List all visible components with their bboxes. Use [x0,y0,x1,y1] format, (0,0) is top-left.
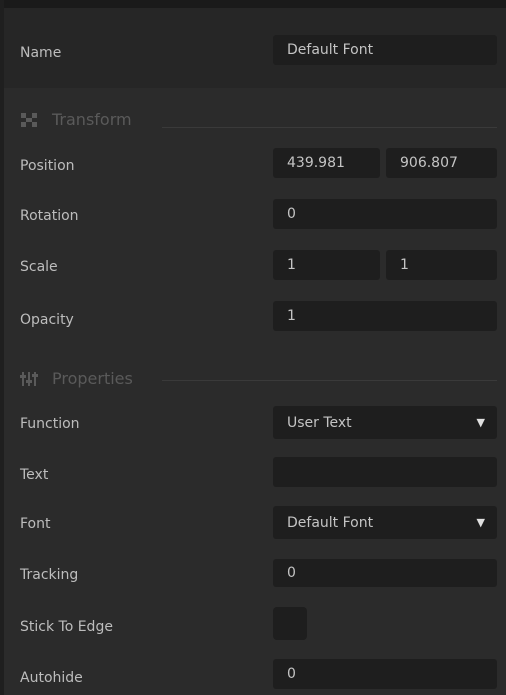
tracking-label: Tracking [20,567,79,583]
autohide-value: 0 [287,666,296,682]
opacity-value: 1 [287,308,296,324]
left-edge [0,0,4,695]
scale-y-value: 1 [400,257,409,273]
position-y-value: 906.807 [400,155,458,171]
autohide-label: Autohide [20,670,83,686]
font-value: Default Font [287,514,374,531]
scale-label: Scale [20,259,58,275]
properties-section-header[interactable]: Properties [20,369,133,388]
name-value: Default Font [287,42,374,58]
rotation-value: 0 [287,206,296,222]
opacity-field[interactable]: 1 [273,301,497,331]
position-x-field[interactable]: 439.981 [273,148,380,178]
font-dropdown[interactable]: Default Font ▼ [273,506,497,539]
inspector-panel: Name Default Font Transform Position 439… [0,0,506,695]
stick-to-edge-label: Stick To Edge [20,619,113,635]
position-y-field[interactable]: 906.807 [386,148,497,178]
position-x-value: 439.981 [287,155,345,171]
opacity-label: Opacity [20,312,74,328]
transform-title: Transform [52,110,132,129]
name-field[interactable]: Default Font [273,35,497,65]
transform-divider [162,127,497,128]
transform-section-header[interactable]: Transform [20,110,132,129]
scale-x-field[interactable]: 1 [273,250,380,280]
scale-y-field[interactable]: 1 [386,250,497,280]
autohide-field[interactable]: 0 [273,659,497,689]
tracking-value: 0 [287,565,296,581]
scale-x-value: 1 [287,257,296,273]
function-value: User Text [287,414,352,431]
chevron-down-icon: ▼ [476,516,485,529]
function-dropdown[interactable]: User Text ▼ [273,406,497,439]
stick-to-edge-checkbox[interactable] [273,607,307,640]
text-label: Text [20,467,49,483]
text-field[interactable] [273,457,497,487]
position-label: Position [20,158,75,174]
function-label: Function [20,416,80,432]
properties-title: Properties [52,369,133,388]
chevron-down-icon: ▼ [476,416,485,429]
properties-divider [162,380,497,381]
sliders-icon [20,371,38,386]
top-edge [0,0,506,8]
transform-icon [21,112,37,127]
rotation-label: Rotation [20,208,79,224]
tracking-field[interactable]: 0 [273,559,497,587]
font-label: Font [20,516,51,532]
rotation-field[interactable]: 0 [273,199,497,229]
name-label: Name [20,45,62,61]
